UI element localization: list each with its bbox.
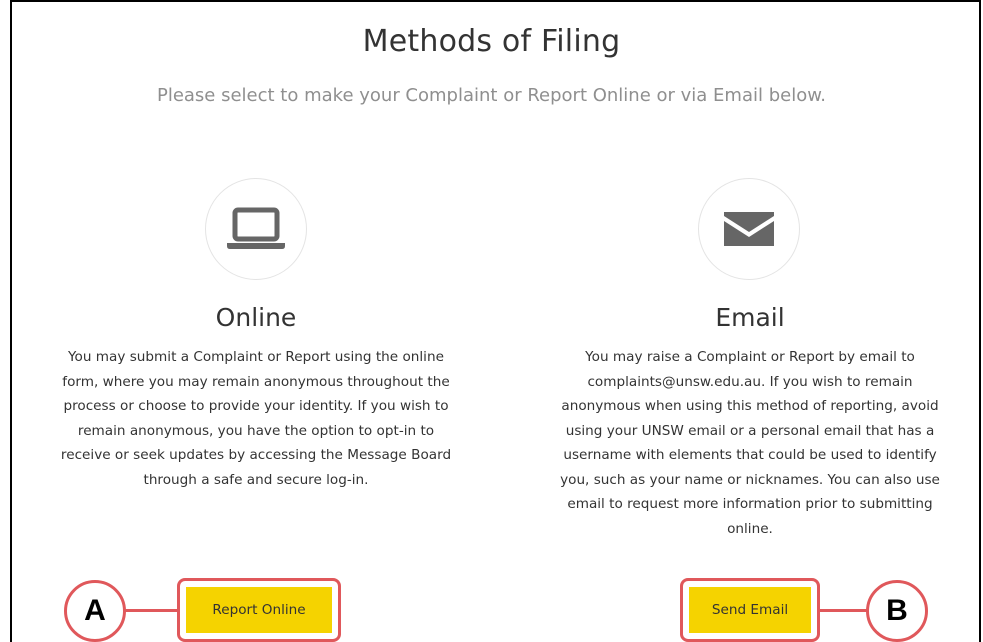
email-line: username with elements that could be use… [563,447,937,463]
online-description: You may submit a Complaint or Report usi… [26,345,486,492]
laptop-icon [227,207,285,249]
envelope-icon [724,212,774,246]
email-line: using your UNSW email or a personal emai… [565,422,935,439]
email-line: complaints@unsw.edu.au. If you wish to r… [587,373,913,390]
email-title: Email [715,303,785,332]
send-email-button[interactable]: Send Email [689,587,811,633]
online-line: through a safe and secure log-in. [143,471,369,488]
online-icon-circle [205,178,307,280]
page-title: Methods of Filing [362,24,621,59]
email-line: you, such as your name or nicknames. You… [560,471,940,488]
page-subtitle: Please select to make your Complaint or … [156,85,827,106]
email-line: email to request more information prior … [567,496,933,512]
email-icon-circle [698,178,800,280]
email-line: online. [727,520,773,537]
online-line: remain anonymous, you have the option to… [77,422,435,439]
report-online-button[interactable]: Report Online [186,587,332,633]
online-line: process or choose to provide your identi… [63,398,449,414]
callout-b-connector [820,609,868,612]
callout-a-connector [125,609,179,612]
online-title: Online [215,303,297,332]
online-line: form, where you may remain anonymous thr… [62,373,450,390]
email-line: You may raise a Complaint or Report by e… [585,349,915,365]
online-line: receive or seek updates by accessing the… [60,447,452,463]
email-line: anonymous when using this method of repo… [561,398,939,414]
callout-a-badge: A [64,580,126,642]
callout-b-badge: B [866,580,928,642]
email-description: You may raise a Complaint or Report by e… [520,345,980,541]
online-line: You may submit a Complaint or Report usi… [68,349,444,365]
